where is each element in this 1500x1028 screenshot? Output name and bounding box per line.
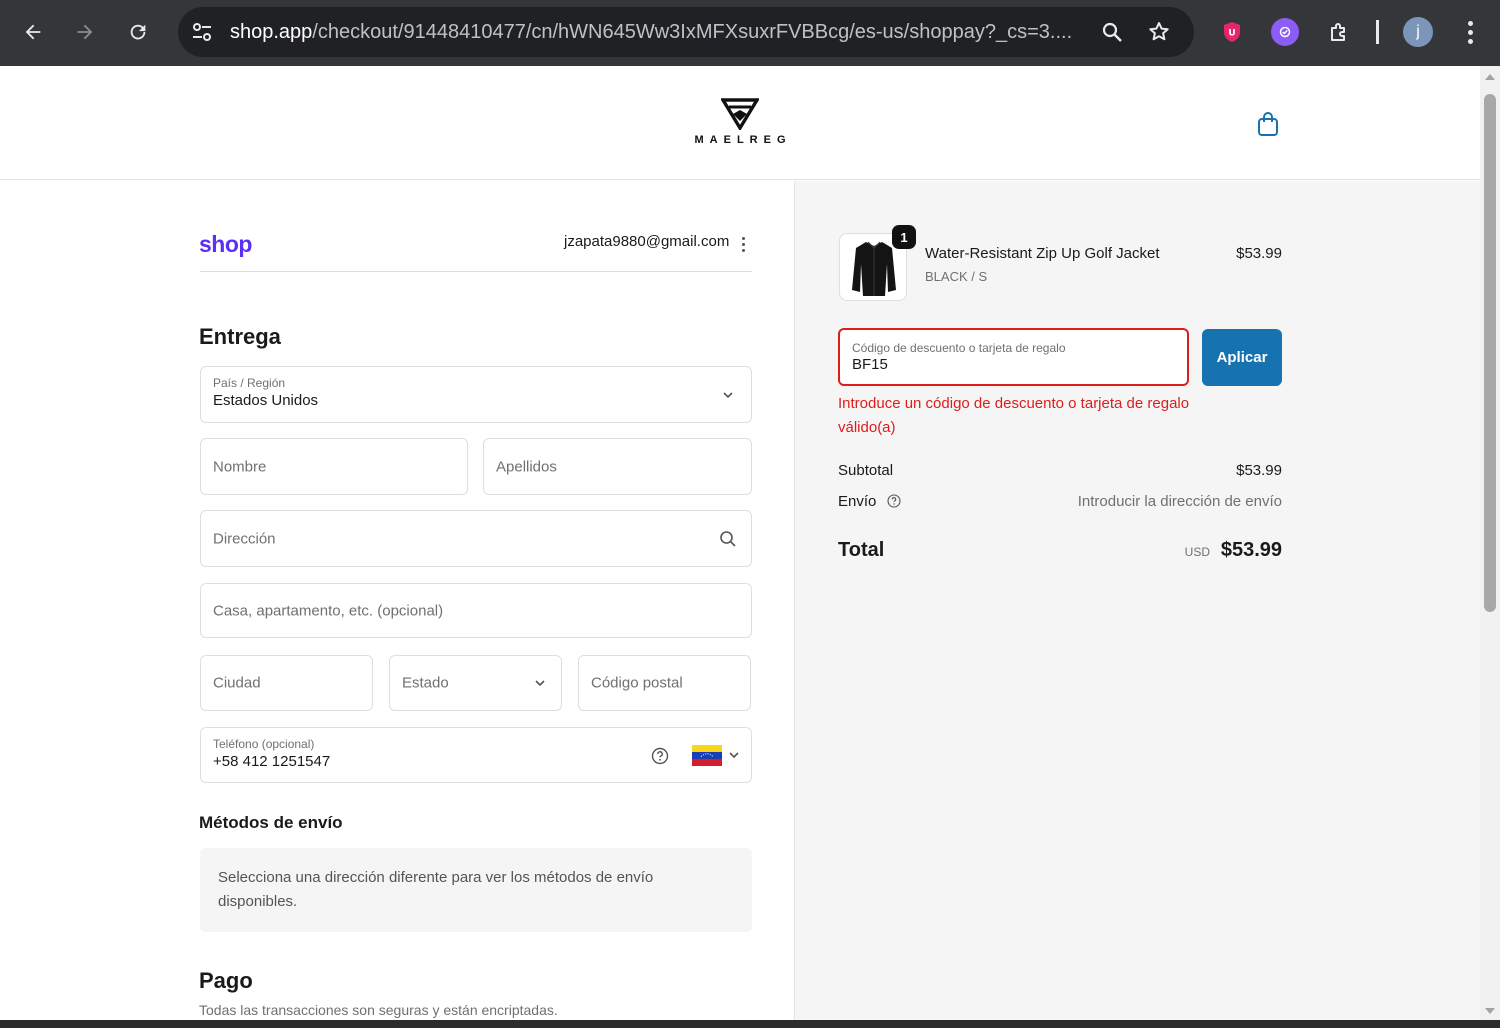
search-icon (720, 530, 736, 547)
product-price: $53.99 (1236, 245, 1282, 262)
account-email: jzapata9880@gmail.com (564, 233, 730, 250)
ublock-extension-icon[interactable]: U (1218, 18, 1246, 46)
scroll-up-arrow[interactable] (1485, 74, 1495, 80)
chevron-down-icon (723, 391, 733, 398)
subtotal-label: Subtotal (838, 462, 894, 479)
reload-icon[interactable] (121, 15, 155, 49)
phone-input[interactable]: Teléfono (opcional) +58 412 1251547 (200, 727, 752, 783)
quantity-badge: 1 (892, 225, 916, 249)
city-input[interactable]: Ciudad (200, 655, 373, 711)
apply-discount-button[interactable]: Aplicar (1202, 329, 1282, 386)
browser-toolbar: shop.app/checkout/91448410477/cn/hWN645W… (0, 0, 1500, 66)
address-input[interactable]: Dirección (200, 510, 752, 567)
venezuela-flag-icon[interactable] (692, 745, 722, 766)
address-bar[interactable]: shop.app/checkout/91448410477/cn/hWN645W… (178, 7, 1194, 57)
taskbar-edge (0, 1020, 1500, 1028)
country-select[interactable]: País / Región Estados Unidos (200, 366, 752, 423)
product-name: Water-Resistant Zip Up Golf Jacket (925, 245, 1160, 262)
brand-wordmark: MAELREG (694, 134, 792, 146)
product-variant: BLACK / S (925, 269, 988, 284)
site-settings-icon[interactable] (190, 20, 214, 44)
store-header: MAELREG (0, 66, 1480, 180)
divider (200, 271, 752, 272)
order-summary: 1 Water-Resistant Zip Up Golf Jacket BLA… (794, 181, 1480, 1028)
store-logo[interactable]: MAELREG (686, 98, 794, 146)
currency-code: USD (1184, 545, 1210, 559)
account-menu-icon[interactable] (738, 237, 748, 255)
brand-emblem-icon (721, 98, 759, 130)
shipping-methods-info: Selecciona una dirección diferente para … (200, 848, 752, 932)
help-icon[interactable] (651, 747, 669, 765)
purple-extension-icon[interactable] (1271, 18, 1299, 46)
shipping-value: Introducir la dirección de envío (1077, 493, 1282, 510)
payment-security-note: Todas las transacciones son seguras y es… (199, 1002, 558, 1018)
discount-error-message: Introduce un código de descuento o tarje… (838, 395, 1190, 436)
shopping-bag-icon[interactable] (1254, 110, 1282, 138)
chevron-down-icon (535, 680, 545, 687)
profile-avatar[interactable]: j (1403, 17, 1433, 47)
state-select[interactable]: Estado (389, 655, 562, 711)
chevron-down-icon (729, 752, 739, 759)
delivery-title: Entrega (199, 324, 281, 349)
back-icon[interactable] (16, 15, 50, 49)
total-label: Total (838, 539, 885, 561)
last-name-input[interactable]: Apellidos (483, 438, 752, 495)
shipping-help-icon[interactable] (886, 494, 901, 508)
toolbar-divider (1376, 20, 1379, 44)
page-scrollbar[interactable] (1480, 66, 1500, 1028)
apartment-input[interactable]: Casa, apartamento, etc. (opcional) (200, 583, 752, 638)
shipping-label: Envío (838, 493, 877, 510)
browser-menu-icon[interactable] (1458, 18, 1482, 46)
discount-code-input[interactable]: Código de descuento o tarjeta de regalo … (838, 328, 1189, 386)
shop-pay-logo: shop (199, 231, 252, 257)
scroll-down-arrow[interactable] (1485, 1008, 1495, 1014)
scrollbar-thumb[interactable] (1484, 94, 1496, 612)
bookmark-star-icon[interactable] (1147, 20, 1171, 44)
subtotal-value: $53.99 (1236, 462, 1282, 479)
checkout-form: shop jzapata9880@gmail.com Entrega País … (0, 181, 794, 1028)
zip-input[interactable]: Código postal (578, 655, 751, 711)
payment-title: Pago (199, 968, 253, 993)
shipping-methods-title: Métodos de envío (199, 813, 343, 832)
extensions-puzzle-icon[interactable] (1325, 18, 1353, 46)
zoom-icon[interactable] (1100, 20, 1124, 44)
total-amount: $53.99 (1220, 539, 1282, 561)
shipping-row: Envío (838, 493, 901, 510)
url-text[interactable]: shop.app/checkout/91448410477/cn/hWN645W… (230, 20, 1080, 44)
forward-icon[interactable] (68, 15, 102, 49)
svg-text:U: U (1228, 29, 1235, 39)
jacket-image (852, 241, 896, 296)
first-name-input[interactable]: Nombre (200, 438, 468, 495)
